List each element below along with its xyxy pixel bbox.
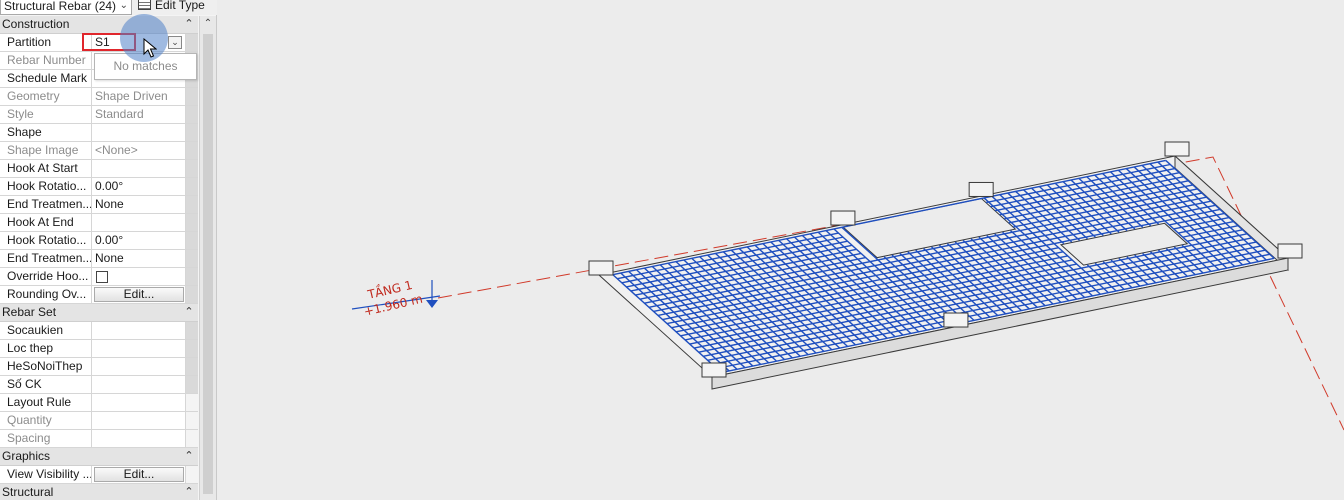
property-name: Loc thep — [0, 340, 92, 357]
group-label: Structural — [2, 485, 54, 499]
row-socaukien: Socaukien — [0, 322, 198, 340]
edit-type-icon — [138, 0, 151, 10]
hook-at-end-input[interactable] — [93, 214, 185, 231]
row-loc-thep: Loc thep — [0, 340, 198, 358]
row-end-treatment-start: End Treatmen... None — [0, 196, 198, 214]
property-name: Override Hoo... — [0, 268, 92, 285]
row-so-ck: Số CK — [0, 376, 198, 394]
property-name: Hook At Start — [0, 160, 92, 177]
3d-viewport[interactable]: TẦNG 1 +1.960 m — [218, 0, 1344, 500]
row-style: Style Standard — [0, 106, 198, 124]
group-label: Graphics — [2, 449, 51, 463]
row-shape-image: Shape Image <None> — [0, 142, 198, 160]
rebar-model-view[interactable] — [218, 0, 1344, 500]
edit-type-button[interactable]: Edit Type — [138, 0, 205, 15]
row-hook-rotation-end: Hook Rotatio... 0.00° — [0, 232, 198, 250]
row-rounding-overrides: Rounding Ov... Edit... — [0, 286, 198, 304]
partition-dropdown-button[interactable]: ⌄ — [168, 36, 182, 49]
group-construction[interactable]: Construction ⌃ — [0, 16, 198, 34]
property-value — [93, 412, 185, 429]
property-name: Style — [0, 106, 92, 123]
property-value: Shape Driven — [95, 89, 168, 103]
collapse-icon[interactable]: ⌃ — [183, 304, 195, 321]
group-label: Construction — [2, 17, 70, 31]
property-name: Socaukien — [0, 322, 92, 339]
property-name: Schedule Mark — [0, 70, 92, 87]
property-name: Rounding Ov... — [0, 286, 92, 303]
property-name: Shape — [0, 124, 92, 141]
shape-input[interactable] — [93, 124, 185, 141]
row-spacing: Spacing — [0, 430, 198, 448]
row-hesonoithep: HeSoNoiThep — [0, 358, 198, 376]
view-visibility-edit-button[interactable]: Edit... — [94, 467, 184, 482]
hook-rotation-end-input[interactable]: 0.00° — [93, 232, 185, 249]
property-name: Geometry — [0, 88, 92, 105]
property-name: Shape Image — [0, 142, 92, 159]
collapse-icon[interactable]: ⌃ — [183, 484, 195, 500]
edit-type-label: Edit Type — [155, 0, 205, 12]
property-name: End Treatmen... — [0, 250, 92, 267]
property-name: End Treatmen... — [0, 196, 92, 213]
row-layout-rule: Layout Rule — [0, 394, 198, 412]
row-hook-at-end: Hook At End — [0, 214, 198, 232]
property-name: Số CK — [0, 376, 92, 393]
properties-grid: Construction ⌃ Partition S1 ⌄ Rebar Numb… — [0, 16, 198, 500]
property-name: HeSoNoiThep — [0, 358, 92, 375]
property-name: Partition — [0, 34, 92, 51]
row-end-treatment-end: End Treatmen... None — [0, 250, 198, 268]
override-hook-checkbox[interactable] — [96, 271, 108, 283]
type-selector-value: Structural Rebar (24) — [4, 0, 117, 13]
type-selector-row: Structural Rebar (24) ⌄ Edit Type — [0, 0, 217, 15]
mouse-cursor-icon — [143, 38, 157, 58]
row-hook-at-start: Hook At Start — [0, 160, 198, 178]
property-name: Layout Rule — [0, 394, 92, 411]
property-name: View Visibility ... — [0, 466, 92, 483]
group-graphics[interactable]: Graphics ⌃ — [0, 448, 198, 466]
property-name: Rebar Number — [0, 52, 92, 69]
type-selector-dropdown[interactable]: Structural Rebar (24) ⌄ — [0, 0, 132, 15]
group-label: Rebar Set — [2, 305, 57, 319]
so-ck-input[interactable] — [93, 376, 185, 393]
hesonoithep-input[interactable] — [93, 358, 185, 375]
scroll-thumb[interactable] — [203, 34, 213, 494]
row-hook-rotation-start: Hook Rotatio... 0.00° — [0, 178, 198, 196]
chevron-down-icon: ⌄ — [119, 0, 128, 11]
property-value: <None> — [95, 143, 138, 157]
loc-thep-input[interactable] — [93, 340, 185, 357]
row-quantity: Quantity — [0, 412, 198, 430]
properties-panel: Structural Rebar (24) ⌄ Edit Type Constr… — [0, 0, 217, 500]
layout-rule-input[interactable] — [93, 394, 185, 411]
property-name: Hook At End — [0, 214, 92, 231]
property-value — [93, 430, 185, 447]
hook-at-start-input[interactable] — [93, 160, 185, 177]
rounding-overrides-edit-button[interactable]: Edit... — [94, 287, 184, 302]
collapse-icon[interactable]: ⌃ — [183, 448, 195, 465]
row-view-visibility: View Visibility ... Edit... — [0, 466, 198, 484]
row-shape: Shape — [0, 124, 198, 142]
socaukien-input[interactable] — [93, 322, 185, 339]
end-treatment-end-input[interactable]: None — [93, 250, 185, 267]
collapse-icon[interactable]: ⌃ — [183, 16, 195, 33]
property-name: Quantity — [0, 412, 92, 429]
property-value: Standard — [95, 107, 144, 121]
hook-rotation-start-input[interactable]: 0.00° — [93, 178, 185, 195]
end-treatment-start-input[interactable]: None — [93, 196, 185, 213]
group-rebar-set[interactable]: Rebar Set ⌃ — [0, 304, 198, 322]
row-geometry: Geometry Shape Driven — [0, 88, 198, 106]
property-name: Spacing — [0, 430, 92, 447]
property-name: Hook Rotatio... — [0, 232, 92, 249]
properties-scrollbar[interactable]: ⌃ — [199, 16, 216, 500]
row-override-hook: Override Hoo... — [0, 268, 198, 286]
property-name: Hook Rotatio... — [0, 178, 92, 195]
scroll-up-icon[interactable]: ⌃ — [200, 16, 216, 32]
group-structural[interactable]: Structural ⌃ — [0, 484, 198, 500]
